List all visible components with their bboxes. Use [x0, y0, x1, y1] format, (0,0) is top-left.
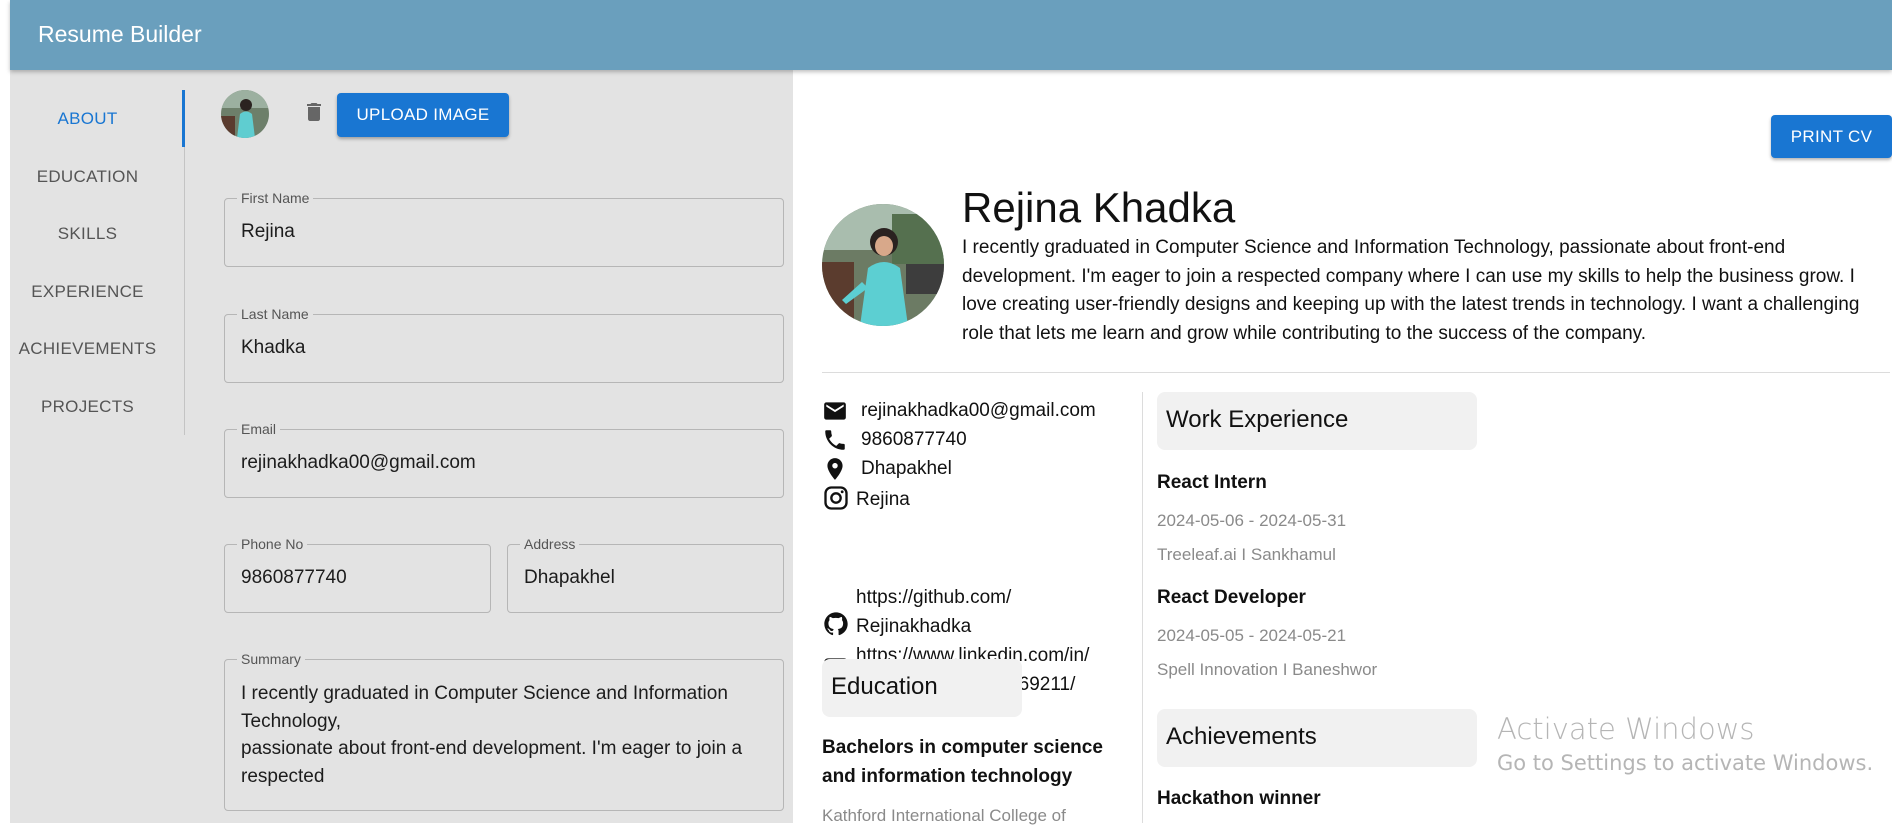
achievement-title: Hackathon winner: [1157, 788, 1321, 809]
upload-image-button[interactable]: UPLOAD IMAGE: [337, 93, 509, 137]
profile-photo-thumbnail: [221, 90, 269, 138]
section-tabs: ABOUT EDUCATION SKILLS EXPERIENCE ACHIEV…: [10, 90, 185, 435]
education-school: Kathford International College of: [822, 806, 1066, 825]
cv-divider: [822, 372, 1890, 373]
phone-value[interactable]: 9860877740: [241, 567, 347, 589]
tab-experience[interactable]: EXPERIENCE: [10, 263, 165, 321]
achievements-heading: Achievements: [1166, 723, 1317, 750]
first-name-value[interactable]: Rejina: [241, 221, 295, 243]
education-heading: Education: [831, 673, 938, 700]
github-icon: [824, 612, 848, 636]
last-name-label: Last Name: [237, 306, 313, 322]
education-degree-line2: and information technology: [822, 766, 1073, 787]
phone-field[interactable]: Phone No 9860877740: [224, 536, 491, 613]
work-experience-heading-box: Work Experience: [1157, 392, 1477, 450]
delete-image-icon[interactable]: [302, 100, 326, 124]
tab-skills[interactable]: SKILLS: [10, 205, 165, 263]
email-field[interactable]: Email rejinakhadka00@gmail.com: [224, 421, 784, 498]
contact-phone-text: 9860877740: [861, 429, 967, 450]
tab-about[interactable]: ABOUT: [10, 90, 165, 148]
work-experience-heading: Work Experience: [1166, 406, 1349, 433]
app-title: Resume Builder: [38, 21, 202, 47]
experience-company: Spell Innovation I Baneshwor: [1157, 660, 1378, 679]
contact-github-line2: Rejinakhadka: [856, 616, 972, 637]
email-icon: [824, 402, 846, 420]
last-name-field[interactable]: Last Name Khadka: [224, 306, 784, 383]
contact-email-text: rejinakhadka00@gmail.com: [861, 400, 1096, 421]
tab-education[interactable]: EDUCATION: [10, 148, 165, 206]
experience-company: Treeleaf.ai I Sankhamul: [1157, 545, 1336, 564]
activate-windows-title: Activate Windows: [1497, 712, 1755, 746]
first-name-field[interactable]: First Name Rejina: [224, 190, 784, 267]
cv-preview: PRINT CV Rejina Khadka I recently gradua…: [793, 70, 1892, 825]
print-cv-button[interactable]: PRINT CV: [1771, 115, 1892, 158]
summary-label: Summary: [237, 651, 305, 667]
last-name-value[interactable]: Khadka: [241, 337, 305, 359]
address-value[interactable]: Dhapakhel: [524, 567, 615, 589]
experience-dates: 2024-05-06 - 2024-05-31: [1157, 511, 1347, 530]
email-label: Email: [237, 421, 281, 437]
tab-achievements[interactable]: ACHIEVEMENTS: [10, 320, 165, 378]
summary-value[interactable]: I recently graduated in Computer Science…: [241, 680, 769, 790]
phone-label: Phone No: [237, 536, 308, 552]
activate-windows-subtitle: Go to Settings to activate Windows.: [1497, 751, 1874, 775]
first-name-label: First Name: [237, 190, 314, 206]
instagram-icon: [824, 486, 848, 510]
editor-panel: ABOUT EDUCATION SKILLS EXPERIENCE ACHIEV…: [10, 70, 793, 823]
summary-field[interactable]: Summary I recently graduated in Computer…: [224, 651, 784, 811]
phone-icon: [825, 430, 845, 450]
location-pin-icon: [827, 458, 843, 480]
contact-instagram-text: Rejina: [856, 489, 910, 510]
achievements-heading-box: Achievements: [1157, 709, 1477, 767]
email-value[interactable]: rejinakhadka00@gmail.com: [241, 452, 476, 474]
tab-projects[interactable]: PROJECTS: [10, 378, 165, 436]
cv-name: Rejina Khadka: [962, 184, 1236, 231]
app-bar: Resume Builder: [10, 0, 1892, 70]
contact-github-line1: https://github.com/: [856, 587, 1012, 608]
active-tab-indicator: [182, 90, 185, 147]
address-label: Address: [520, 536, 580, 552]
education-heading-box: Education: [822, 659, 1022, 717]
resume-builder-app: Resume Builder ABOUT EDUCATION SKILLS EX…: [10, 0, 1892, 825]
contact-address-text: Dhapakhel: [861, 458, 952, 479]
experience-role: React Intern: [1157, 472, 1267, 493]
education-degree-line1: Bachelors in computer science: [822, 737, 1103, 758]
cv-summary: I recently graduated in Computer Science…: [962, 237, 1860, 344]
experience-role: React Developer: [1157, 587, 1306, 608]
cv-profile-photo: [822, 204, 944, 326]
cv-column-divider: [1142, 392, 1143, 823]
experience-dates: 2024-05-05 - 2024-05-21: [1157, 626, 1347, 645]
address-field[interactable]: Address Dhapakhel: [507, 536, 784, 613]
